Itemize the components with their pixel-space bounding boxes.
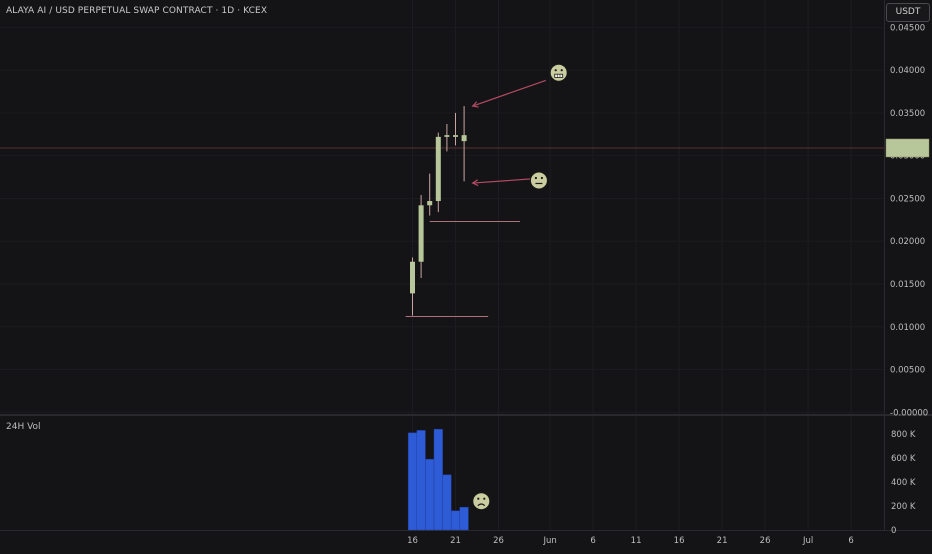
grid-layer xyxy=(0,0,932,531)
time-tick-label: 21 xyxy=(717,536,728,546)
neutral-face-icon xyxy=(529,171,548,190)
price-tick-label: 0.02500 xyxy=(890,194,925,204)
price-tick-label: 0.02000 xyxy=(890,237,925,247)
volume-bar xyxy=(425,458,435,531)
time-tick-label: Jul xyxy=(802,536,813,546)
candle-body xyxy=(444,135,450,137)
candle-body xyxy=(410,261,415,294)
candle-body xyxy=(418,205,424,262)
face-mouth xyxy=(554,73,564,78)
price-tick-label: 0.01000 xyxy=(890,323,925,333)
face-eye-left xyxy=(477,497,480,500)
face-eye-right xyxy=(540,176,544,180)
volume-bars-layer xyxy=(407,428,469,531)
face-circle xyxy=(549,63,568,82)
chart-root: 0.045000.040000.035000.030000.025000.020… xyxy=(0,0,932,550)
candle-body xyxy=(435,136,441,202)
volume-bar xyxy=(407,432,418,531)
pane-separator xyxy=(0,414,932,416)
candle-body xyxy=(453,135,458,137)
volume-bar xyxy=(416,430,426,531)
time-tick-label: 21 xyxy=(450,536,461,546)
face-eye-right xyxy=(483,497,486,500)
price-tick-label: -0.00000 xyxy=(890,408,928,418)
volume-tick-label: 600 K xyxy=(891,454,916,464)
candle-body xyxy=(427,201,433,206)
time-tick-label: 26 xyxy=(493,536,504,546)
price-tick-label: 0.04500 xyxy=(890,23,925,33)
volume-bar xyxy=(433,428,443,531)
volume-pane-title: 24H Vol xyxy=(6,422,41,432)
time-tick-label: 6 xyxy=(848,536,853,546)
time-tick-label: 6 xyxy=(590,536,595,546)
time-tick-label: 16 xyxy=(407,536,418,546)
grimace-face-icon xyxy=(549,63,568,82)
volume-tick-label: 200 K xyxy=(891,502,916,512)
chart-title: ALAYA AI / USD PERPETUAL SWAP CONTRACT ·… xyxy=(6,6,268,16)
time-tick-label: Jun xyxy=(542,536,556,546)
price-tick-label: 0.00500 xyxy=(890,366,925,376)
price-tick-label: 0.04000 xyxy=(890,66,925,76)
volume-tick-label: 400 K xyxy=(891,478,916,488)
volume-bar xyxy=(450,510,461,531)
time-tick-label: 16 xyxy=(674,536,685,546)
currency-selector[interactable]: USDT xyxy=(886,3,930,22)
arrow-line xyxy=(472,79,546,107)
price-tick-label: 0.01500 xyxy=(890,280,925,290)
time-tick-label: 26 xyxy=(760,536,771,546)
face-eye-left xyxy=(554,69,557,72)
arrow-line xyxy=(472,178,533,184)
volume-tick-label: 800 K xyxy=(891,430,916,440)
current-price-badge xyxy=(885,138,930,158)
face-circle xyxy=(529,171,548,190)
face-circle xyxy=(472,492,491,511)
candle-body xyxy=(461,135,467,142)
volume-bar xyxy=(459,506,469,531)
annotations-layer xyxy=(471,63,568,511)
volume-bar xyxy=(442,474,452,531)
time-tick-label: 11 xyxy=(631,536,642,546)
frown-face-icon xyxy=(472,492,491,511)
face-eye-left xyxy=(534,176,538,180)
face-eye-right xyxy=(560,69,563,72)
price-tick-label: 0.03500 xyxy=(890,109,925,119)
volume-tick-label: 0 xyxy=(891,526,896,536)
chart-svg[interactable]: 0.045000.040000.035000.030000.025000.020… xyxy=(0,0,932,550)
